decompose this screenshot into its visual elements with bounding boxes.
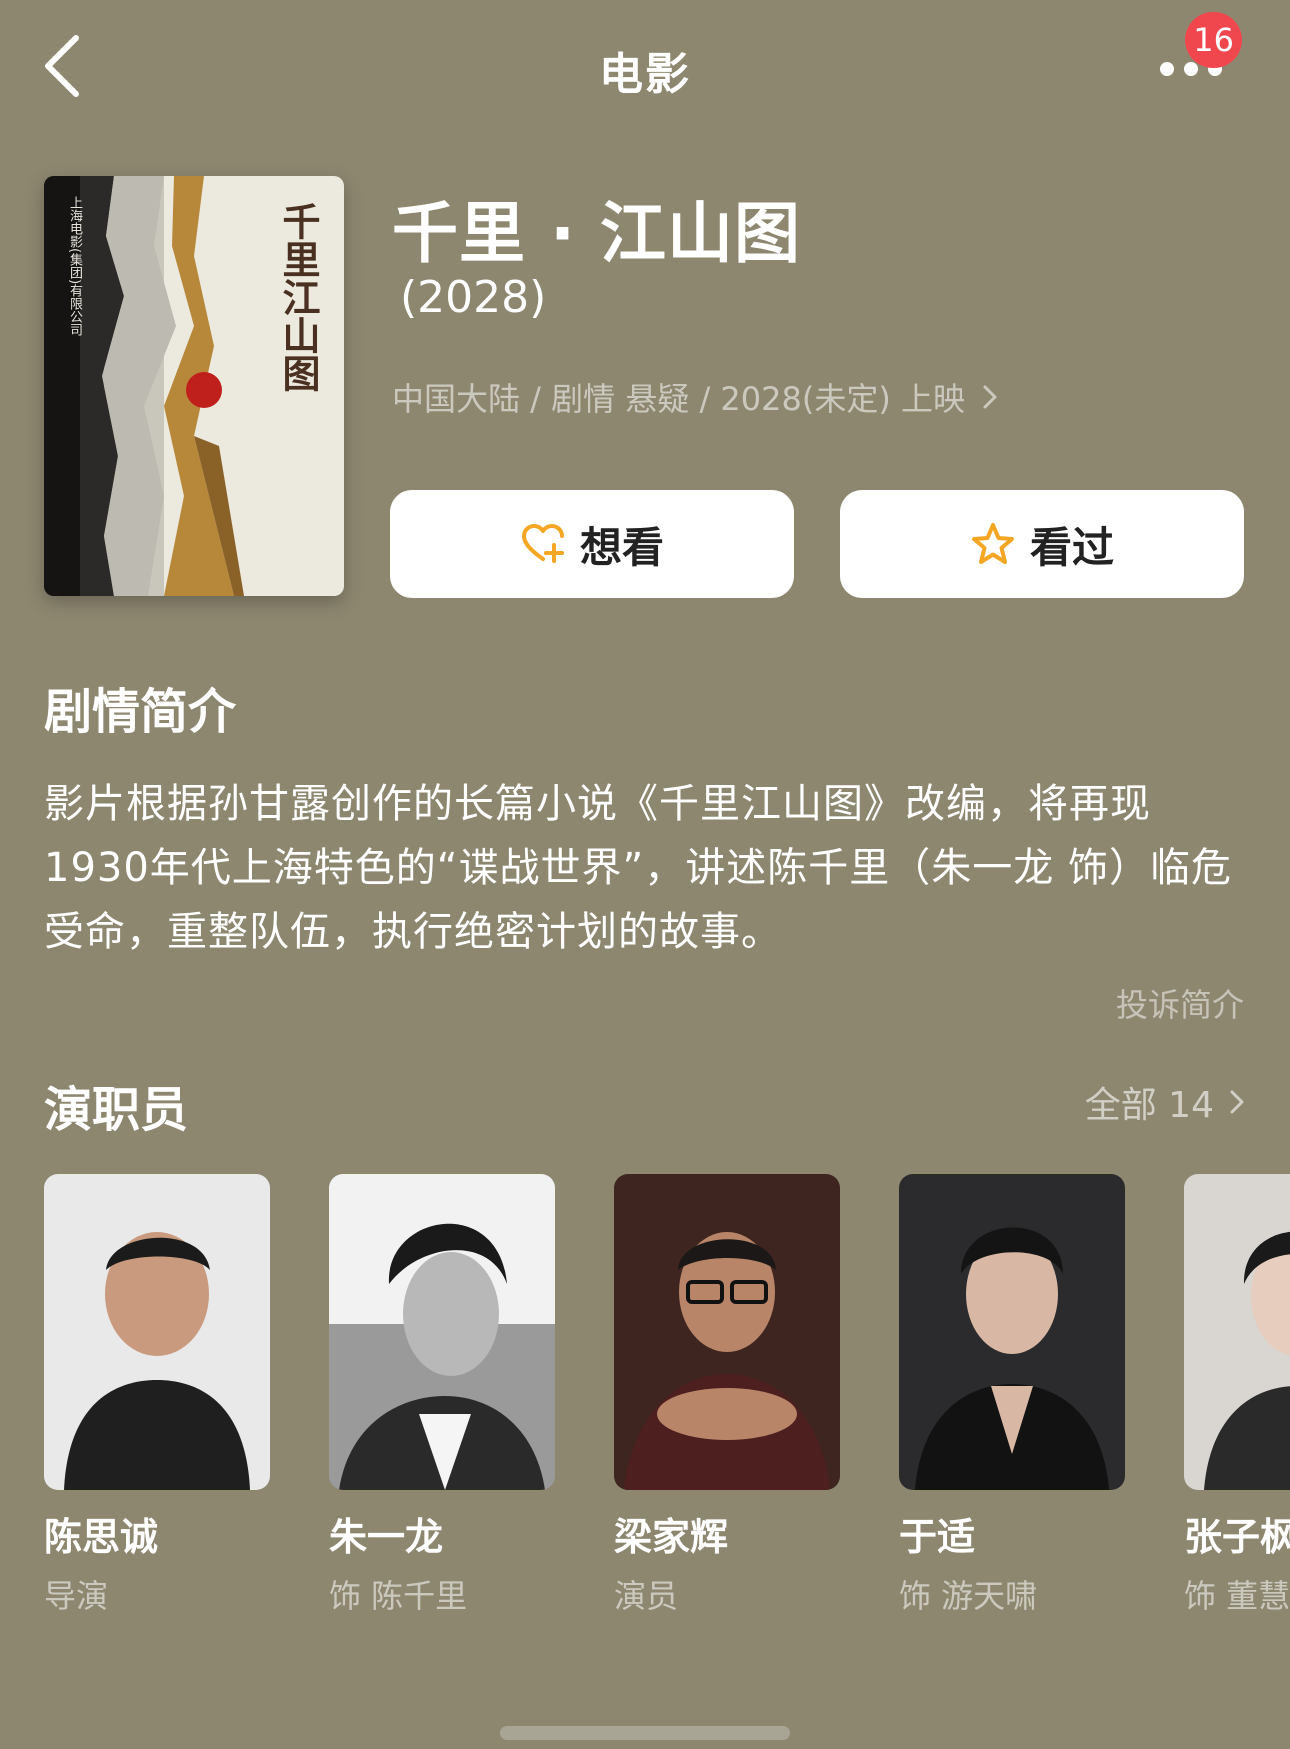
person-avatar-icon	[329, 1174, 555, 1490]
chevron-right-icon	[1230, 1090, 1244, 1114]
poster-title: 千里江山图	[276, 202, 321, 392]
cast-photo	[44, 1174, 270, 1490]
cast-name: 梁家辉	[614, 1515, 729, 1559]
person-avatar-icon	[899, 1174, 1125, 1490]
cast-photo	[329, 1174, 555, 1490]
cast-card[interactable]: 梁家辉 演员	[614, 1174, 840, 1617]
synopsis-heading: 剧情简介	[44, 684, 237, 740]
movie-poster[interactable]: 千里江山图 上海电影(集团)有限公司	[44, 176, 344, 596]
cast-role: 饰 陈千里	[329, 1577, 468, 1615]
cast-list: 陈思诚 导演 朱一龙 饰 陈千里 梁家辉 演员 于适 饰 游天啸 张子枫 饰 董…	[44, 1174, 1290, 1634]
cast-name: 于适	[899, 1515, 976, 1559]
watched-label: 看过	[1029, 522, 1114, 572]
cast-view-all-label: 全部 14	[1084, 1085, 1214, 1126]
movie-title: 千里 · 江山图	[392, 195, 802, 272]
cast-card[interactable]: 朱一龙 饰 陈千里	[329, 1174, 555, 1617]
cast-role: 导演	[44, 1577, 109, 1615]
cast-photo	[614, 1174, 840, 1490]
star-icon	[971, 523, 1014, 564]
cast-heading: 演职员	[44, 1082, 189, 1138]
person-avatar-icon	[614, 1174, 840, 1490]
nav-bar: 电影 16	[0, 0, 1290, 130]
person-avatar-icon	[44, 1174, 270, 1490]
heart-plus-icon	[521, 524, 564, 563]
want-to-watch-button[interactable]: 想看	[390, 490, 794, 598]
cast-name: 张子枫	[1184, 1515, 1290, 1559]
movie-meta-link[interactable]: 中国大陆 / 剧情 悬疑 / 2028(未定) 上映	[392, 374, 1003, 420]
movie-year: (2028)	[400, 272, 547, 323]
cast-photo	[899, 1174, 1125, 1490]
page-title: 电影	[599, 49, 691, 100]
cast-photo	[1184, 1174, 1290, 1490]
cast-name: 陈思诚	[44, 1515, 159, 1559]
watched-button[interactable]: 看过	[840, 490, 1244, 598]
want-to-watch-label: 想看	[579, 522, 664, 572]
home-indicator	[500, 1726, 790, 1740]
cast-role: 饰 游天啸	[899, 1577, 1038, 1615]
cast-name: 朱一龙	[329, 1515, 444, 1559]
chevron-right-icon	[983, 385, 997, 409]
movie-meta-text: 中国大陆 / 剧情 悬疑 / 2028(未定) 上映	[392, 380, 966, 418]
cast-card[interactable]: 陈思诚 导演	[44, 1174, 270, 1617]
cast-role: 演员	[614, 1577, 679, 1615]
synopsis-text: 影片根据孙甘露创作的长篇小说《千里江山图》改编，将再现1930年代上海特色的“谍…	[44, 781, 1232, 955]
notification-badge: 16	[1185, 12, 1242, 68]
person-avatar-icon	[1184, 1174, 1290, 1490]
report-synopsis-link[interactable]: 投诉简介	[1116, 980, 1244, 1026]
cast-view-all-link[interactable]: 全部 14	[1085, 1076, 1250, 1128]
cast-card[interactable]: 于适 饰 游天啸	[899, 1174, 1125, 1617]
cast-role: 饰 董慧	[1184, 1577, 1290, 1615]
cast-card[interactable]: 张子枫 饰 董慧	[1184, 1174, 1290, 1617]
poster-studio-text: 上海电影(集团)有限公司	[67, 196, 82, 337]
